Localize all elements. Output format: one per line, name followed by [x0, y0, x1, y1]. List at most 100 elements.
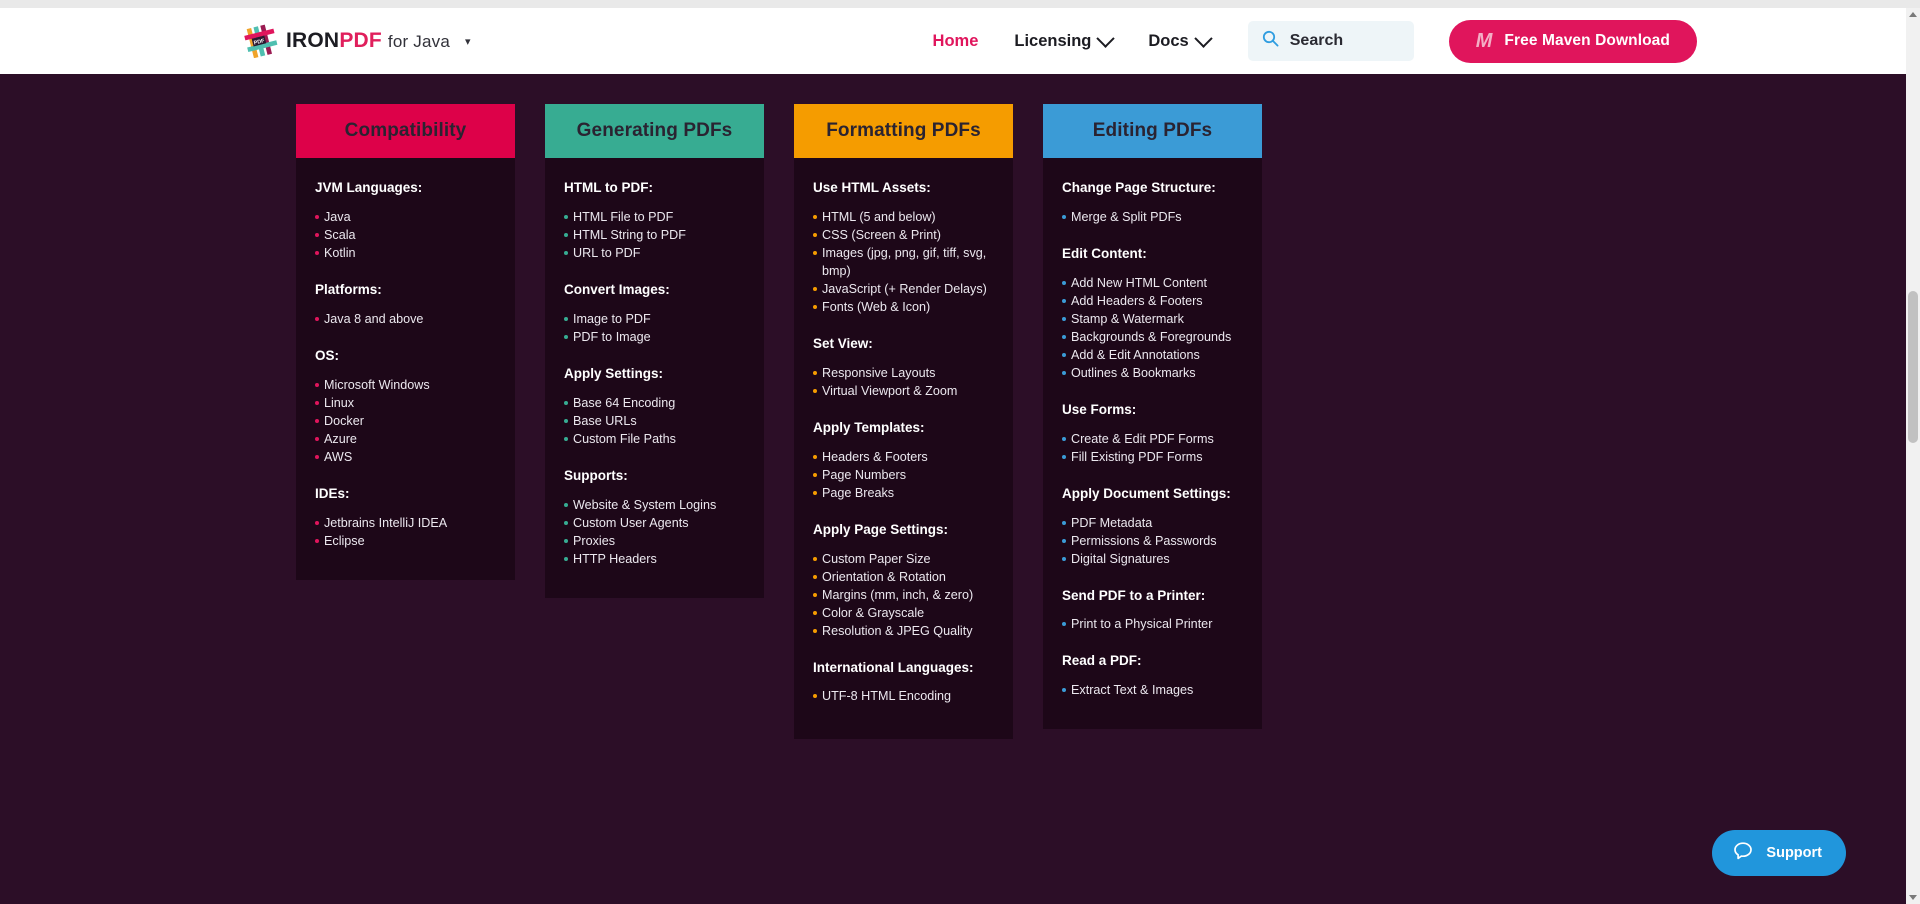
feature-group-title: Use Forms:: [1062, 401, 1137, 417]
search-placeholder-text: Search: [1289, 32, 1344, 49]
browser-top-strip: [0, 0, 1920, 8]
brand-name-pdf: PDF: [339, 29, 382, 52]
free-maven-download-label: Free Maven Download: [1504, 32, 1670, 49]
feature-group-title: HTML to PDF:: [564, 180, 653, 195]
feature-group-title: Supports:: [564, 467, 628, 483]
feature-list-item: Custom User Agents: [564, 514, 745, 532]
feature-item-list: Custom Paper Size Orientation & Rotation M…: [813, 550, 994, 640]
feature-group-title: Set View:: [813, 335, 873, 351]
feature-list-item: Image to PDF: [564, 310, 745, 328]
feature-list-item: Add & Edit Annotations: [1062, 346, 1243, 364]
feature-list-item: Add New HTML Content: [1062, 274, 1243, 292]
nav-item-home[interactable]: Home: [933, 32, 979, 51]
feature-list-item: HTML String to PDF: [564, 226, 745, 244]
feature-item-list: Website & System Logins Custom User Agent…: [564, 496, 745, 568]
feature-group-title: Convert Images:: [564, 281, 670, 297]
feature-list-item: Resolution & JPEG Quality: [813, 622, 994, 640]
feature-group-title: JVM Languages:: [315, 180, 423, 195]
feature-list-item: Docker: [315, 412, 496, 430]
feature-item-list: Java Scala Kotlin: [315, 208, 496, 262]
feature-list-item: Website & System Logins: [564, 496, 745, 514]
brand-title: IRONPDF for Java: [286, 29, 450, 53]
feature-list-item: Stamp & Watermark: [1062, 310, 1243, 328]
chevron-down-icon: [1194, 28, 1213, 48]
feature-list-item: Permissions & Passwords: [1062, 532, 1243, 550]
feature-item-list: Headers & Footers Page Numbers Page Breaks: [813, 448, 994, 502]
nav-item-docs[interactable]: Docs: [1148, 28, 1213, 51]
feature-list-item: Print to a Physical Printer: [1062, 615, 1243, 633]
feature-list-item: UTF-8 HTML Encoding: [813, 687, 994, 705]
search-input[interactable]: Search: [1247, 21, 1414, 61]
feature-item-list: Java 8 and above: [315, 310, 496, 328]
feature-group-title: Use HTML Assets:: [813, 180, 931, 195]
feature-list-item: Page Breaks: [813, 484, 994, 502]
feature-group-title: International Languages:: [813, 659, 974, 675]
feature-list-item: Java: [315, 208, 496, 226]
feature-group-title: Edit Content:: [1062, 245, 1147, 261]
nav-label-home: Home: [932, 31, 979, 50]
feature-list-item: Digital Signatures: [1062, 550, 1243, 568]
nav-label-licensing: Licensing: [1014, 31, 1092, 50]
feature-list-item: Custom File Paths: [564, 430, 745, 448]
feature-list-item: HTTP Headers: [564, 550, 745, 568]
support-button[interactable]: Support: [1712, 830, 1846, 876]
feature-list-item: Backgrounds & Foregrounds: [1062, 328, 1243, 346]
feature-group-title: Read a PDF:: [1062, 653, 1142, 669]
feature-item-list: Add New HTML Content Add Headers & Footer…: [1062, 274, 1243, 382]
page-scrollbar[interactable]: [1906, 8, 1920, 904]
feature-list-item: Base 64 Encoding: [564, 394, 745, 412]
feature-item-list: Microsoft Windows Linux Docker Azure AWS: [315, 376, 496, 466]
feature-card-title: Compatibility: [296, 104, 515, 158]
feature-item-list: Responsive Layouts Virtual Viewport & Zoo…: [813, 364, 994, 400]
feature-card-body: Change Page Structure: Merge & Split PDFs…: [1043, 158, 1262, 729]
feature-list-item: JavaScript (+ Render Delays): [813, 280, 994, 298]
feature-item-list: UTF-8 HTML Encoding: [813, 687, 994, 705]
search-icon: [1262, 30, 1279, 52]
feature-list-item: URL to PDF: [564, 244, 745, 262]
feature-list-item: PDF Metadata: [1062, 514, 1243, 532]
free-maven-download-button[interactable]: M Free Maven Download: [1448, 19, 1697, 63]
feature-list-item: Images (jpg, png, gif, tiff, svg, bmp): [813, 244, 994, 280]
feature-card: Compatibility JVM Languages: Java Scala Kotl…: [296, 104, 515, 580]
feature-list-item: Microsoft Windows: [315, 376, 496, 394]
feature-item-list: HTML (5 and below) CSS (Screen & Print) Im…: [813, 208, 994, 316]
feature-group-title: Apply Templates:: [813, 419, 925, 435]
support-label: Support: [1766, 845, 1822, 861]
ironpdf-logo-icon: PDF: [244, 24, 278, 59]
feature-group-title: Apply Settings:: [564, 365, 664, 381]
brand-logo-link[interactable]: PDF IRONPDF for Java ▾: [244, 24, 471, 59]
scrollbar-thumb[interactable]: [1908, 291, 1918, 443]
feature-list-item: Base URLs: [564, 412, 745, 430]
scroll-up-arrow-icon[interactable]: [1906, 8, 1920, 22]
feature-item-list: Print to a Physical Printer: [1062, 615, 1243, 633]
maven-icon: M: [1475, 30, 1493, 52]
feature-item-list: HTML File to PDF HTML String to PDF URL to…: [564, 208, 745, 262]
feature-card: Editing PDFs Change Page Structure: Merge …: [1043, 104, 1262, 730]
feature-list-item: Page Numbers: [813, 466, 994, 484]
feature-card: Formatting PDFs Use HTML Assets: HTML (5 a…: [794, 104, 1013, 740]
feature-list-item: Margins (mm, inch, & zero): [813, 586, 994, 604]
feature-card-title: Generating PDFs: [545, 104, 764, 158]
chat-bubble-icon: [1732, 840, 1754, 867]
brand-chevron-down-icon[interactable]: ▾: [465, 36, 471, 48]
main-navigation: Home Licensing Docs: [933, 28, 1213, 51]
site-header: PDF IRONPDF for Java ▾ Home Licensing Doc…: [0, 8, 1906, 74]
scroll-down-arrow-icon[interactable]: [1906, 890, 1920, 904]
feature-list-item: Headers & Footers: [813, 448, 994, 466]
feature-group-title: Apply Document Settings:: [1062, 485, 1231, 501]
feature-item-list: Extract Text & Images: [1062, 681, 1243, 699]
feature-list-item: PDF to Image: [564, 328, 745, 346]
feature-group-title: Change Page Structure:: [1062, 180, 1216, 195]
feature-list-item: Extract Text & Images: [1062, 681, 1243, 699]
feature-item-list: Base 64 Encoding Base URLs Custom File Pat…: [564, 394, 745, 448]
feature-list-item: Orientation & Rotation: [813, 568, 994, 586]
nav-label-docs: Docs: [1148, 31, 1189, 50]
feature-item-list: Image to PDF PDF to Image: [564, 310, 745, 346]
feature-list-item: HTML (5 and below): [813, 208, 994, 226]
feature-list-item: AWS: [315, 448, 496, 466]
feature-card-grid: Compatibility JVM Languages: Java Scala Kotl…: [296, 104, 1262, 740]
nav-item-licensing[interactable]: Licensing: [1014, 28, 1116, 51]
brand-name-iron: IRON: [286, 29, 340, 52]
feature-group-title: Apply Page Settings:: [813, 521, 949, 537]
feature-item-list: Create & Edit PDF Forms Fill Existing PDF…: [1062, 430, 1243, 466]
